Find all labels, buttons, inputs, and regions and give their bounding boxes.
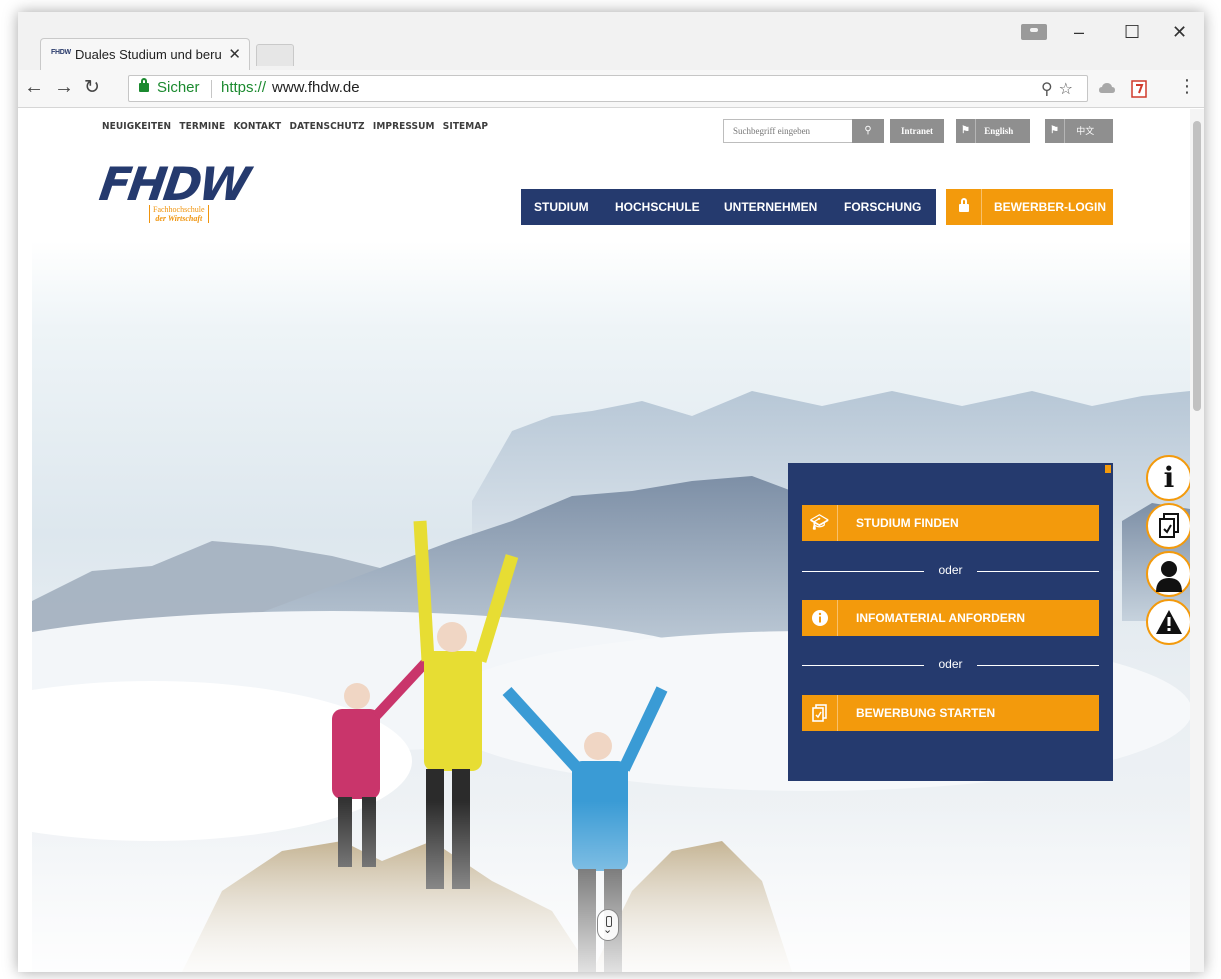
- or-divider: oder: [802, 563, 1099, 578]
- main-navigation: STUDIUM HOCHSCHULE UNTERNEHMEN FORSCHUNG: [521, 189, 936, 225]
- flag-icon: ⚑: [1045, 119, 1065, 143]
- chinese-button[interactable]: ⚑ 中文: [1045, 119, 1113, 143]
- reload-icon[interactable]: ↻: [84, 76, 100, 99]
- title-bar: FHDW Duales Studium und beru ✕ – ☐ ✕: [18, 12, 1204, 70]
- warning-icon: [1156, 610, 1182, 634]
- or-label: oder: [938, 563, 963, 577]
- utility-links: NEUIGKEITEN TERMINE KONTAKT DATENSCHUTZ …: [102, 121, 493, 132]
- close-window-button[interactable]: ✕: [1172, 22, 1187, 43]
- person-side-button[interactable]: [1146, 551, 1190, 597]
- warning-side-button[interactable]: [1146, 599, 1190, 645]
- web-page: NEUIGKEITEN TERMINE KONTAKT DATENSCHUTZ …: [18, 109, 1190, 972]
- page-scrollbar[interactable]: [1190, 109, 1204, 972]
- search-button[interactable]: ⚲: [852, 119, 884, 143]
- zoom-star-icons[interactable]: ⚲☆: [1041, 79, 1079, 99]
- profile-icon[interactable]: [1021, 24, 1047, 40]
- or-label: oder: [938, 657, 963, 671]
- search-input[interactable]: Suchbegriff eingeben: [723, 119, 853, 143]
- info-icon: i: [1163, 461, 1175, 494]
- address-bar[interactable]: Sicher https:// www.fhdw.de ⚲☆: [128, 75, 1088, 102]
- lock-icon: [946, 189, 982, 225]
- english-label: English: [984, 126, 1014, 136]
- tab-title: Duales Studium und beru: [75, 47, 222, 62]
- english-button[interactable]: ⚑ English: [956, 119, 1030, 143]
- logo-subtitle: Fachhochschule der Wirtschaft: [149, 205, 209, 223]
- flag-icon: ⚑: [956, 119, 976, 143]
- document-side-button[interactable]: [1146, 503, 1190, 549]
- url-host: www.fhdw.de: [272, 79, 360, 96]
- action-panel: 🎓︎ STUDIUM FINDEN oder INFOMATERIAL ANFO…: [788, 463, 1113, 781]
- bewerbung-starten-button[interactable]: BEWERBUNG STARTEN: [802, 695, 1099, 731]
- scroll-down-mouse-icon[interactable]: [597, 909, 619, 941]
- document-icon: [1159, 513, 1179, 538]
- chinese-label: 中文: [1076, 126, 1095, 136]
- link-termine[interactable]: TERMINE: [179, 121, 225, 132]
- panel-corner-marker: [1105, 465, 1111, 473]
- link-impressum[interactable]: IMPRESSUM: [373, 121, 435, 132]
- favicon-icon: FHDW: [51, 49, 71, 56]
- nav-item-hochschule[interactable]: HOCHSCHULE: [615, 200, 700, 214]
- logo-wordmark: FHDW: [96, 157, 251, 211]
- forward-arrow-icon[interactable]: →: [54, 76, 74, 99]
- fhdw-logo[interactable]: FHDW Fachhochschule der Wirtschaft: [96, 157, 251, 223]
- browser-window: FHDW Duales Studium und beru ✕ – ☐ ✕ ← →…: [18, 12, 1204, 972]
- lock-icon: [139, 78, 149, 92]
- graduation-cap-icon: 🎓︎: [802, 505, 838, 541]
- link-kontakt[interactable]: KONTAKT: [233, 121, 281, 132]
- studium-finden-button[interactable]: 🎓︎ STUDIUM FINDEN: [802, 505, 1099, 541]
- link-datenschutz[interactable]: DATENSCHUTZ: [290, 121, 365, 132]
- new-tab-button[interactable]: [256, 44, 294, 66]
- link-neuigkeiten[interactable]: NEUIGKEITEN: [102, 121, 171, 132]
- browser-toolbar: ← → ↻ Sicher https:// www.fhdw.de ⚲☆ ⋮: [18, 70, 1204, 108]
- scrollbar-thumb[interactable]: [1193, 121, 1201, 411]
- browser-tab[interactable]: FHDW Duales Studium und beru ✕: [40, 38, 250, 70]
- menu-dots-icon[interactable]: ⋮: [1178, 76, 1196, 97]
- back-arrow-icon[interactable]: ←: [24, 76, 44, 99]
- infomaterial-label: INFOMATERIAL ANFORDERN: [856, 611, 1026, 625]
- login-label: BEWERBER-LOGIN: [994, 200, 1106, 214]
- or-divider: oder: [802, 657, 1099, 672]
- bewerber-login-button[interactable]: BEWERBER-LOGIN: [946, 189, 1113, 225]
- nav-item-forschung[interactable]: FORSCHUNG: [844, 200, 921, 214]
- info-icon: [802, 600, 838, 636]
- maximize-button[interactable]: ☐: [1124, 22, 1140, 43]
- bewerbung-starten-label: BEWERBUNG STARTEN: [856, 706, 996, 720]
- url-separator: [211, 80, 212, 98]
- link-sitemap[interactable]: SITEMAP: [443, 121, 488, 132]
- logo-sub-line1: Fachhochschule: [153, 205, 205, 214]
- tab-close-icon[interactable]: ✕: [228, 45, 241, 63]
- url-scheme: https://: [221, 79, 267, 96]
- document-icon: [802, 695, 838, 731]
- pdf-extension-icon[interactable]: [1130, 80, 1148, 98]
- info-side-button[interactable]: i: [1146, 455, 1190, 501]
- secure-label: Sicher: [157, 79, 200, 96]
- person-icon: [1156, 561, 1182, 592]
- studium-finden-label: STUDIUM FINDEN: [856, 516, 959, 530]
- nav-item-studium[interactable]: STUDIUM: [534, 200, 589, 214]
- infomaterial-button[interactable]: INFOMATERIAL ANFORDERN: [802, 600, 1099, 636]
- search-icon: ⚲: [864, 125, 872, 136]
- intranet-button[interactable]: Intranet: [890, 119, 944, 143]
- logo-sub-line2: der Wirtschaft: [155, 214, 203, 223]
- minimize-button[interactable]: –: [1074, 22, 1084, 43]
- cloud-extension-icon[interactable]: [1098, 80, 1116, 98]
- nav-item-unternehmen[interactable]: UNTERNEHMEN: [724, 200, 817, 214]
